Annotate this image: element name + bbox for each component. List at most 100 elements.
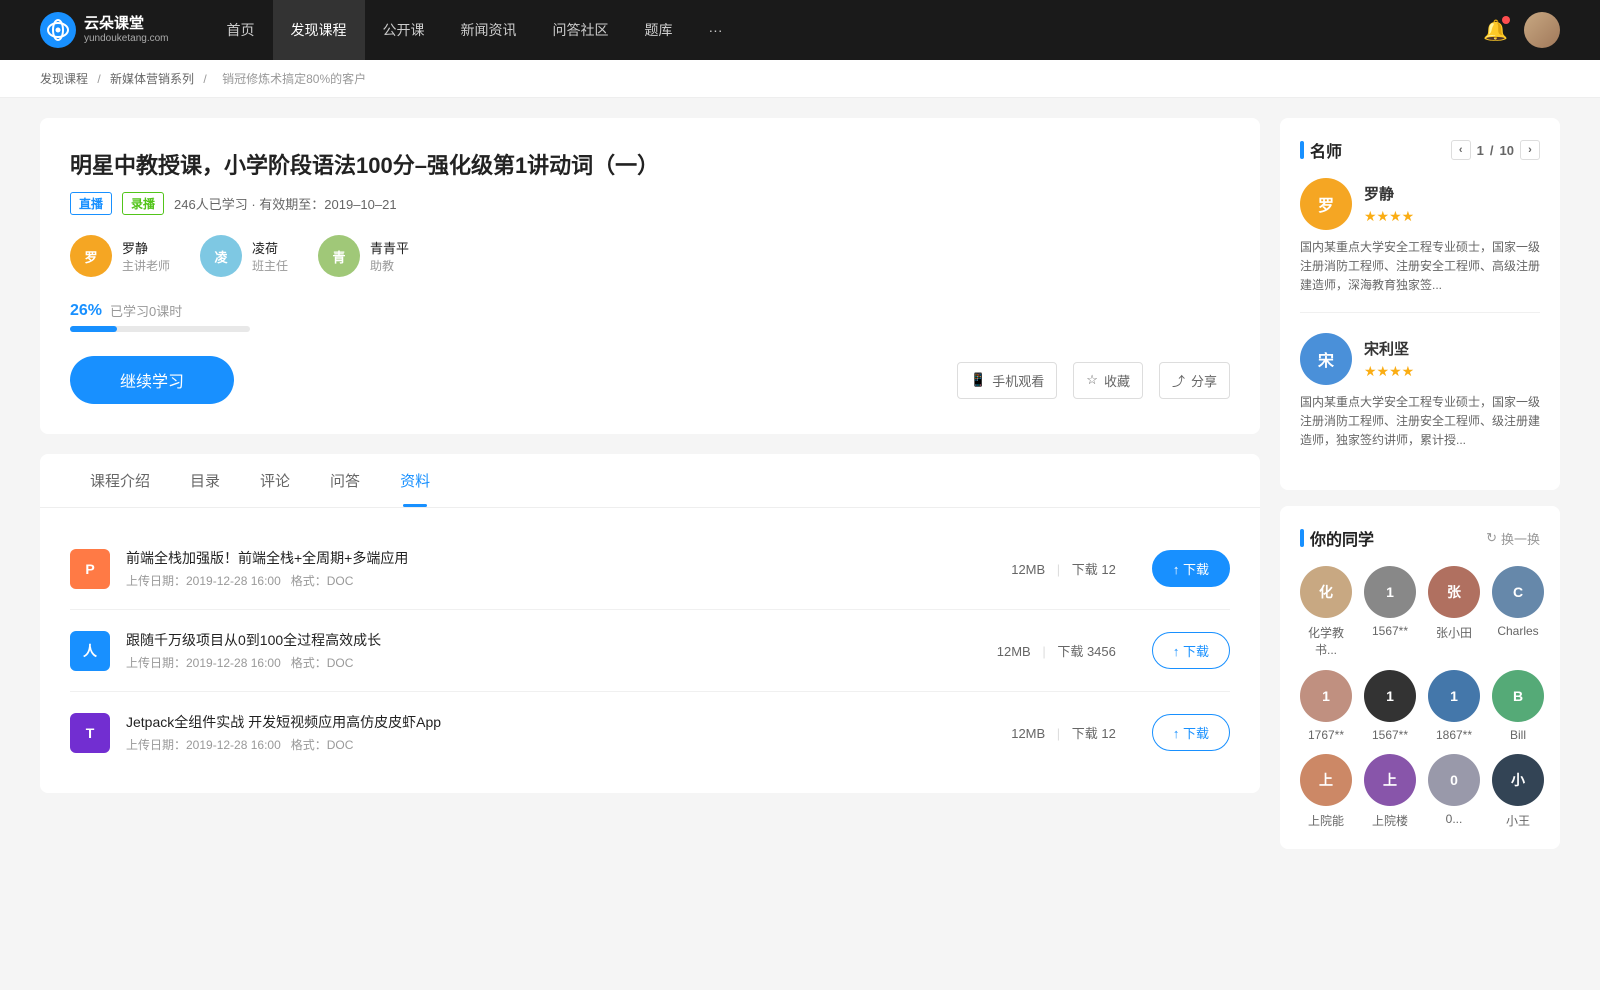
classmate-avatar-1: 1 bbox=[1364, 566, 1416, 618]
download-button-2[interactable]: ↑ 下载 bbox=[1152, 714, 1230, 751]
collect-label: 收藏 bbox=[1104, 371, 1130, 390]
classmate-9[interactable]: 上 上院楼 bbox=[1364, 754, 1416, 829]
header-right: 🔔 bbox=[1483, 12, 1560, 48]
sidebar-teacher-stars-0: ★★★★ bbox=[1364, 208, 1414, 225]
sidebar-teacher-1: 宋 宋利坚 ★★★★ 国内某重点大学安全工程专业硕士，国家一级注册消防工程师、注… bbox=[1300, 333, 1540, 451]
nav-item-6[interactable]: ··· bbox=[691, 0, 741, 60]
nav-item-0[interactable]: 首页 bbox=[209, 0, 273, 60]
nav-item-3[interactable]: 新闻资讯 bbox=[443, 0, 535, 60]
classmate-4[interactable]: 1 1767** bbox=[1300, 670, 1352, 742]
course-title: 明星中教授课，小学阶段语法100分–强化级第1讲动词（一） bbox=[70, 148, 1230, 180]
progress-bar-bg bbox=[70, 326, 250, 332]
breadcrumb-link-2[interactable]: 新媒体营销系列 bbox=[110, 72, 194, 86]
classmate-avatar-0: 化 bbox=[1300, 566, 1352, 618]
classmate-1[interactable]: 1 1567** bbox=[1364, 566, 1416, 658]
phone-watch-button[interactable]: 📱 手机观看 bbox=[957, 362, 1057, 399]
sidebar-teacher-name-0: 罗静 bbox=[1364, 183, 1414, 204]
file-meta-1: 上传日期：2019-12-28 16:00 格式：DOC bbox=[126, 654, 961, 671]
sidebar-teacher-name-1: 宋利坚 bbox=[1364, 338, 1414, 359]
classmate-5[interactable]: 1 1567** bbox=[1364, 670, 1416, 742]
refresh-classmates-button[interactable]: ↻ 换一换 bbox=[1486, 529, 1540, 548]
tab-课程介绍[interactable]: 课程介绍 bbox=[70, 454, 170, 507]
logo[interactable]: 云朵课堂 yundouketang.com bbox=[40, 12, 169, 48]
sidebar-teacher-info-0: 罗静 ★★★★ bbox=[1364, 183, 1414, 225]
classmate-name-5: 1567** bbox=[1372, 728, 1408, 742]
nav-item-4[interactable]: 问答社区 bbox=[535, 0, 627, 60]
prev-teacher-page[interactable]: ‹ bbox=[1451, 140, 1471, 160]
course-info-card: 明星中教授课，小学阶段语法100分–强化级第1讲动词（一） 直播 录播 246人… bbox=[40, 118, 1260, 434]
classmate-name-3: Charles bbox=[1497, 624, 1538, 638]
sidebar-teacher-0: 罗 罗静 ★★★★ 国内某重点大学安全工程专业硕士，国家一级注册消防工程师、注册… bbox=[1300, 178, 1540, 313]
file-meta-2: 上传日期：2019-12-28 16:00 格式：DOC bbox=[126, 736, 975, 753]
classmate-avatar-4: 1 bbox=[1300, 670, 1352, 722]
teacher-info-0: 罗静 主讲老师 bbox=[122, 238, 170, 274]
download-button-0[interactable]: ↑ 下载 bbox=[1152, 550, 1230, 587]
tab-问答[interactable]: 问答 bbox=[310, 454, 380, 507]
nav-item-2[interactable]: 公开课 bbox=[365, 0, 443, 60]
classmate-name-1: 1567** bbox=[1372, 624, 1408, 638]
continue-study-button[interactable]: 继续学习 bbox=[70, 356, 234, 404]
teacher-page-current: 1 bbox=[1477, 143, 1484, 158]
teacher-name-2: 青青平 bbox=[370, 238, 409, 257]
classmate-name-2: 张小田 bbox=[1436, 624, 1472, 641]
classmate-avatar-8: 上 bbox=[1300, 754, 1352, 806]
breadcrumb-link-1[interactable]: 发现课程 bbox=[40, 72, 88, 86]
collect-button[interactable]: ☆ 收藏 bbox=[1073, 362, 1143, 399]
logo-icon bbox=[40, 12, 76, 48]
classmate-name-6: 1867** bbox=[1436, 728, 1472, 742]
content-area: 明星中教授课，小学阶段语法100分–强化级第1讲动词（一） 直播 录播 246人… bbox=[40, 118, 1260, 865]
classmate-avatar-9: 上 bbox=[1364, 754, 1416, 806]
classmate-11[interactable]: 小 小王 bbox=[1492, 754, 1544, 829]
classmate-name-4: 1767** bbox=[1308, 728, 1344, 742]
classmate-avatar-3: C bbox=[1492, 566, 1544, 618]
action-row: 继续学习 📱 手机观看 ☆ 收藏 ⤴ 分享 bbox=[70, 356, 1230, 404]
file-icon-0: P bbox=[70, 549, 110, 589]
sidebar-teacher-info-1: 宋利坚 ★★★★ bbox=[1364, 338, 1414, 380]
share-label: 分享 bbox=[1191, 371, 1217, 390]
download-button-1[interactable]: ↑ 下载 bbox=[1152, 632, 1230, 669]
classmates-grid: 化 化学教书... 1 1567** 张 张小田 C Charles 1 176… bbox=[1300, 566, 1540, 829]
classmate-2[interactable]: 张 张小田 bbox=[1428, 566, 1480, 658]
next-teacher-page[interactable]: › bbox=[1520, 140, 1540, 160]
classmate-6[interactable]: 1 1867** bbox=[1428, 670, 1480, 742]
classmates-sidebar-card: 你的同学 ↻ 换一换 化 化学教书... 1 1567** 张 张小田 C bbox=[1280, 506, 1560, 849]
user-avatar[interactable] bbox=[1524, 12, 1560, 48]
classmate-avatar-10: 0 bbox=[1428, 754, 1480, 806]
teacher-info-1: 凌荷 班主任 bbox=[252, 238, 288, 274]
classmate-avatar-11: 小 bbox=[1492, 754, 1544, 806]
classmate-8[interactable]: 上 上院能 bbox=[1300, 754, 1352, 829]
teachers-section-title: 名师 ‹ 1 / 10 › bbox=[1300, 138, 1540, 162]
classmate-7[interactable]: B Bill bbox=[1492, 670, 1544, 742]
tab-目录[interactable]: 目录 bbox=[170, 454, 240, 507]
share-button[interactable]: ⤴ 分享 bbox=[1159, 362, 1230, 399]
progress-bar-fill bbox=[70, 326, 117, 332]
refresh-icon: ↻ bbox=[1486, 530, 1497, 546]
teachers-list: 罗 罗静 主讲老师 凌 凌荷 班主任 青 青青平 助教 bbox=[70, 235, 1230, 277]
classmate-3[interactable]: C Charles bbox=[1492, 566, 1544, 658]
teacher-avatar-1: 凌 bbox=[200, 235, 242, 277]
notification-bell[interactable]: 🔔 bbox=[1483, 18, 1508, 43]
classmate-10[interactable]: 0 0... bbox=[1428, 754, 1480, 829]
teacher-name-1: 凌荷 bbox=[252, 238, 288, 257]
tab-评论[interactable]: 评论 bbox=[240, 454, 310, 507]
file-info-0: 前端全栈加强版！前端全栈+全周期+多端应用 上传日期：2019-12-28 16… bbox=[126, 548, 975, 589]
notification-dot bbox=[1502, 16, 1510, 24]
classmates-title: 你的同学 bbox=[1300, 526, 1374, 550]
star-icon: ☆ bbox=[1086, 372, 1098, 388]
share-icon: ⤴ bbox=[1172, 371, 1185, 390]
course-meta-text: 246人已学习 · 有效期至：2019–10–21 bbox=[174, 194, 397, 213]
badge-rec: 录播 bbox=[122, 192, 164, 215]
nav-item-1[interactable]: 发现课程 bbox=[273, 0, 365, 60]
breadcrumb: 发现课程 / 新媒体营销系列 / 销冠修炼术搞定80%的客户 bbox=[0, 60, 1600, 98]
nav-item-5[interactable]: 题库 bbox=[627, 0, 691, 60]
tab-资料[interactable]: 资料 bbox=[380, 454, 450, 507]
teachers-pagination: ‹ 1 / 10 › bbox=[1451, 140, 1540, 160]
file-stats-1: 12MB | 下载 3456 bbox=[977, 641, 1136, 660]
phone-watch-label: 手机观看 bbox=[992, 371, 1044, 390]
logo-text: 云朵课堂 yundouketang.com bbox=[84, 15, 169, 45]
file-item-1: 人 跟随千万级项目从0到100全过程高效成长 上传日期：2019-12-28 1… bbox=[70, 610, 1230, 692]
classmates-header: 你的同学 ↻ 换一换 bbox=[1300, 526, 1540, 550]
teacher-0: 罗 罗静 主讲老师 bbox=[70, 235, 170, 277]
classmate-0[interactable]: 化 化学教书... bbox=[1300, 566, 1352, 658]
teacher-info-2: 青青平 助教 bbox=[370, 238, 409, 274]
